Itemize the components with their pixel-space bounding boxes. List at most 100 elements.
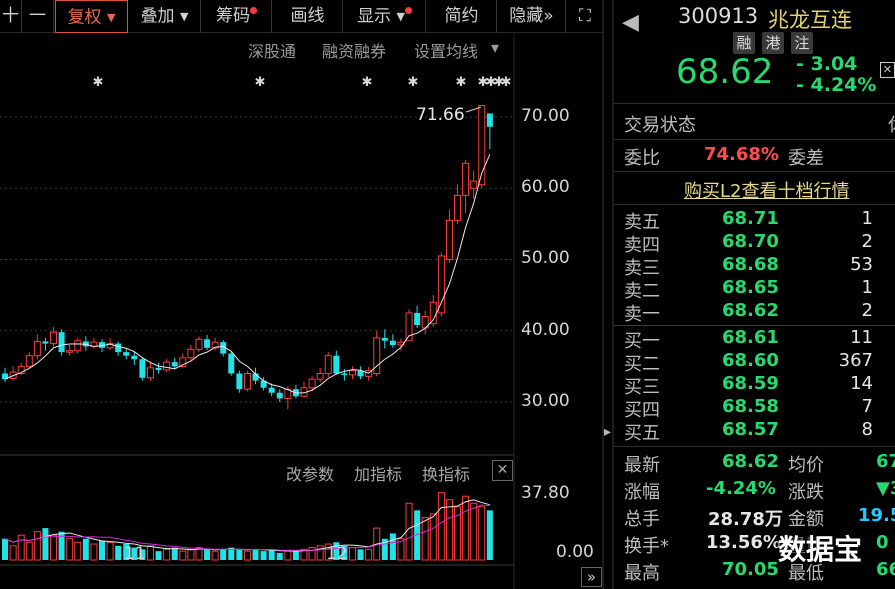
expand-panel-button[interactable]: »: [581, 567, 602, 587]
volume-bar: [252, 549, 259, 560]
volume-bar: [276, 552, 283, 560]
candle-body: [74, 340, 82, 352]
candle-body: [470, 180, 478, 189]
volume-bar: [437, 492, 445, 561]
candle-body: [33, 340, 41, 357]
volume-y-label: 37.80: [521, 483, 570, 503]
stock-name: 兆龙互连: [768, 8, 852, 32]
candle-body: [389, 340, 396, 345]
candle-body: [139, 359, 146, 378]
webi-label: 委比: [624, 148, 660, 169]
volume-bar: [357, 549, 364, 560]
volume-bar: [33, 531, 41, 561]
avg-label: 均价: [788, 455, 824, 476]
add-indicator-link[interactable]: 加指标: [354, 461, 402, 485]
latest-label: 最新: [624, 455, 660, 476]
volume-bar: [243, 550, 251, 561]
asks-volume: 1: [861, 277, 873, 298]
last-price: 68.62: [676, 52, 774, 92]
volume-bar: [365, 548, 373, 561]
event-marker-icon: ✱: [456, 75, 467, 90]
status-label: 交易状态: [624, 115, 696, 136]
bids-volume: 7: [861, 396, 873, 417]
candle-body: [123, 352, 130, 356]
sgt-link[interactable]: 深股通: [248, 38, 296, 62]
candle-body: [486, 113, 493, 127]
volume-bar: [211, 550, 219, 561]
turnover-value: 13.56%: [706, 532, 781, 553]
divider: [614, 446, 895, 447]
candle-body: [146, 367, 154, 379]
set-ma-link[interactable]: 设置均线: [414, 38, 478, 62]
candle-body: [228, 353, 235, 374]
volume-bar: [146, 545, 154, 561]
volume-bar: [284, 550, 292, 561]
candle-body: [276, 392, 283, 399]
candle-body: [236, 373, 243, 390]
asks-price: 68.70: [722, 231, 779, 252]
asks-volume: 1: [861, 208, 873, 229]
volume-bar: [204, 549, 211, 560]
asks-volume: 2: [861, 231, 873, 252]
l2-link[interactable]: 购买L2查看十档行情: [684, 177, 849, 203]
close-icon[interactable]: ✕: [880, 62, 895, 78]
volume-bar: [236, 549, 243, 560]
switch-indicator-link[interactable]: 换指标: [422, 461, 470, 485]
bids-volume: 11: [850, 327, 873, 348]
volume-bar: [155, 551, 162, 560]
candle-body: [414, 312, 421, 326]
candle-body: [187, 348, 195, 359]
candle-body: [171, 362, 178, 367]
y-label: 60.00: [521, 177, 570, 197]
volume-bar: [470, 502, 478, 561]
asks-price: 68.71: [722, 208, 779, 229]
candle-body: [66, 350, 74, 353]
back-arrow-icon[interactable]: ◀: [622, 10, 639, 35]
high-label: 最高: [624, 563, 660, 584]
bids-price: 68.58: [722, 396, 779, 417]
chg-pct-label: 涨幅: [624, 482, 660, 503]
volume-bar: [171, 547, 178, 560]
candle-body: [445, 219, 453, 260]
volume-bar: [316, 545, 324, 561]
watermark: 数据宝: [778, 533, 863, 566]
registration-badge: 注: [791, 32, 813, 54]
volume-bar: [220, 549, 227, 560]
hand-label: 总手: [624, 509, 660, 530]
volume-bar: [179, 550, 187, 561]
bids-price: 68.57: [722, 419, 779, 440]
volume-bar: [42, 528, 49, 560]
caret-down-icon[interactable]: ▾: [491, 38, 499, 57]
candle-body: [42, 341, 49, 344]
close-icon[interactable]: ✕: [492, 460, 513, 481]
candles: [2, 105, 493, 410]
edit-params-link[interactable]: 改参数: [286, 461, 334, 485]
divider: [614, 103, 895, 104]
chg-label: 涨跌: [788, 482, 824, 503]
chg-pct-value: -4.24%: [706, 478, 776, 499]
divider: [614, 325, 895, 326]
collapse-arrow-icon[interactable]: ▸: [604, 420, 614, 444]
volume-bar: [429, 513, 437, 561]
hand-value: 28.78万: [708, 509, 783, 530]
weicha-label: 委差: [788, 148, 824, 169]
liang-value: 0: [876, 532, 889, 553]
y-label: 40.00: [521, 320, 570, 340]
volume-bar: [50, 534, 58, 561]
candle-body: [50, 331, 58, 345]
volume-bar: [292, 551, 299, 560]
margin-trading-link[interactable]: 融资融券: [322, 38, 386, 62]
high-value: 70.05: [722, 559, 779, 580]
asks-volume: 53: [850, 254, 873, 275]
candle-body: [308, 378, 316, 389]
y-label: 50.00: [521, 248, 570, 268]
event-marker-icon: ✱: [93, 75, 104, 90]
candle-body: [348, 370, 356, 376]
bids-label: 买五: [624, 423, 660, 444]
moving-average-lines: [4, 154, 491, 394]
x-label: 12: [326, 544, 348, 564]
volume-bar: [260, 551, 267, 560]
price-change: - 3.04: [796, 53, 858, 75]
candle-body: [58, 332, 65, 353]
volume-bar: [66, 538, 74, 561]
